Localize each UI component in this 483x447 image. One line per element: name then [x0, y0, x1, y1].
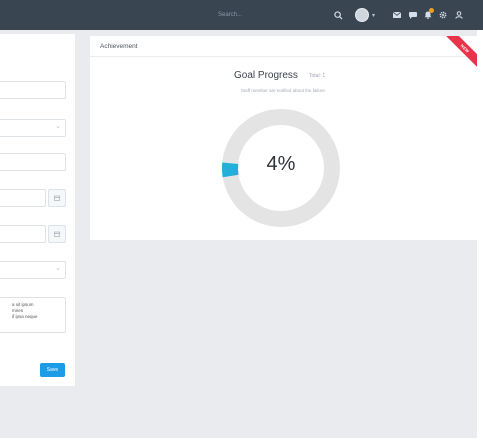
- form-select-2[interactable]: [0, 261, 66, 279]
- top-navbar: Search... ▾: [0, 0, 483, 30]
- search-input[interactable]: Search...: [212, 8, 302, 22]
- form-field-1[interactable]: [0, 81, 66, 99]
- donut-progress-arc: [222, 162, 239, 178]
- bell-icon[interactable]: [420, 7, 436, 23]
- chevron-down-icon[interactable]: ▾: [372, 12, 375, 19]
- chat-icon[interactable]: [405, 7, 421, 23]
- search-icon[interactable]: [330, 7, 346, 23]
- goal-subtitle: Staff member are notified about the fail…: [240, 88, 327, 93]
- card-divider: [90, 56, 477, 57]
- textarea-line: a sit ipsum: [12, 302, 34, 307]
- textarea-line: if ipsa neque: [12, 314, 38, 319]
- calendar-icon[interactable]: [48, 225, 66, 243]
- avatar[interactable]: [355, 8, 369, 22]
- footer: [0, 438, 483, 447]
- textarea-line: mnes: [12, 308, 24, 313]
- calendar-icon[interactable]: [48, 189, 66, 207]
- gear-icon[interactable]: [435, 7, 451, 23]
- user-menu[interactable]: ▾: [355, 6, 375, 24]
- mail-icon[interactable]: [389, 7, 405, 23]
- end-date-field[interactable]: [0, 225, 46, 243]
- progress-percentage: 4%: [266, 153, 296, 175]
- notification-badge: [429, 8, 434, 13]
- save-button[interactable]: Save: [40, 363, 65, 377]
- description-textarea[interactable]: a sit ipsum mnes if ipsa neque: [0, 297, 66, 333]
- start-date-field[interactable]: [0, 189, 46, 207]
- achievement-card: Achievement NEW Goal Progress Total: 1 S…: [90, 36, 477, 240]
- goal-form-card: a sit ipsum mnes if ipsa neque Save: [0, 34, 75, 386]
- form-select-1[interactable]: [0, 119, 66, 137]
- new-ribbon: NEW: [440, 36, 477, 73]
- goal-progress-title: Goal Progress: [234, 70, 298, 81]
- user-icon[interactable]: [451, 7, 467, 23]
- scrollbar-track[interactable]: [477, 30, 483, 438]
- goal-total: Total: 1: [309, 73, 326, 79]
- card-title: Achievement: [100, 43, 138, 50]
- form-field-2[interactable]: [0, 153, 66, 171]
